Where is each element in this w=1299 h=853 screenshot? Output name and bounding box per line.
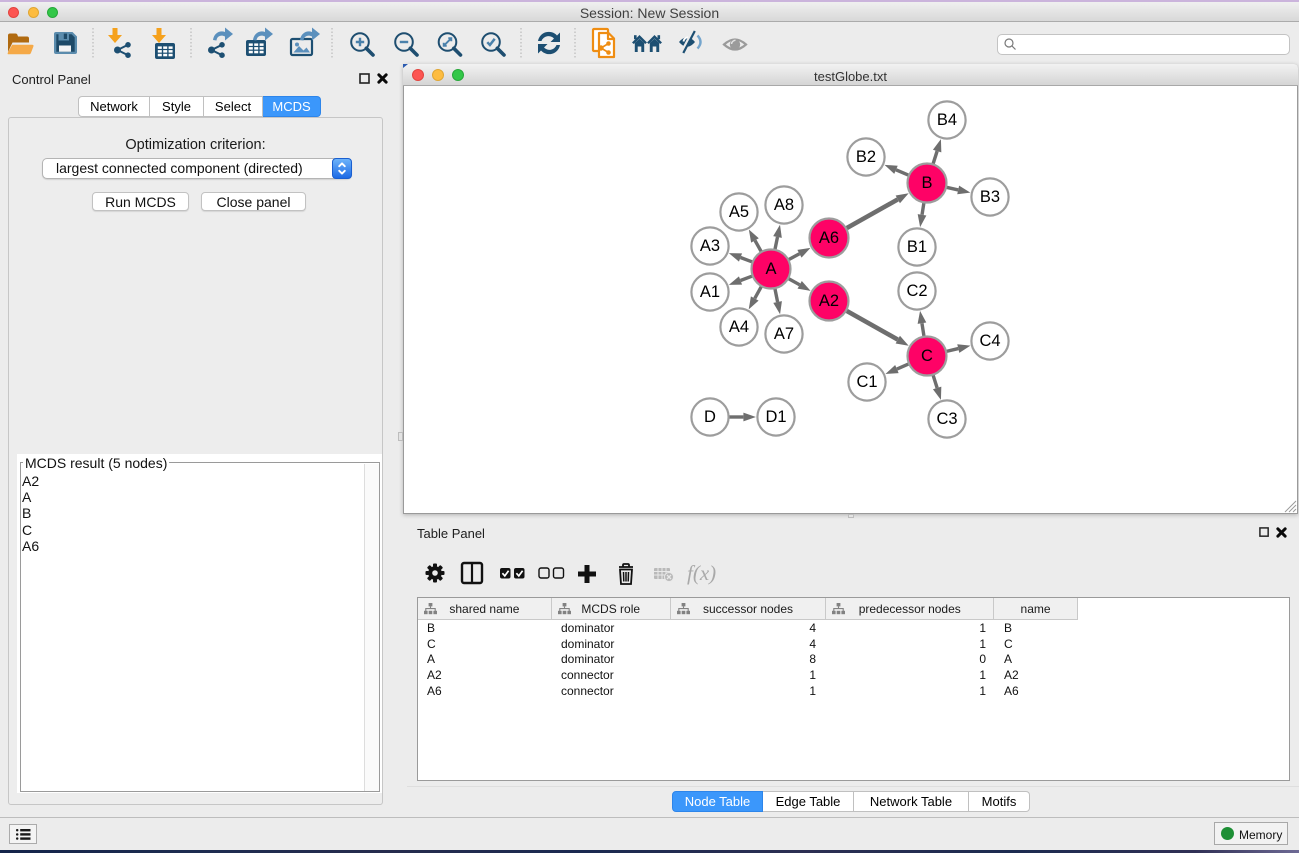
svg-text:B3: B3 [980,188,1000,206]
svg-text:C4: C4 [979,332,1000,350]
svg-text:A4: A4 [729,318,749,336]
svg-text:A: A [765,260,776,278]
svg-text:B1: B1 [907,238,927,256]
svg-text:C: C [921,347,933,365]
svg-text:D: D [704,408,716,426]
svg-text:A6: A6 [819,229,839,247]
svg-text:A1: A1 [700,283,720,301]
svg-text:A2: A2 [819,292,839,310]
svg-text:A3: A3 [700,237,720,255]
svg-text:A7: A7 [774,325,794,343]
svg-text:C2: C2 [906,282,927,300]
svg-text:B: B [921,174,932,192]
svg-text:B2: B2 [856,148,876,166]
svg-text:f(x): f(x) [687,561,716,585]
svg-text:C1: C1 [856,373,877,391]
svg-text:A8: A8 [774,196,794,214]
svg-text:D1: D1 [765,408,786,426]
svg-text:C3: C3 [936,410,957,428]
svg-text:A5: A5 [729,203,749,221]
svg-text:B4: B4 [937,111,957,129]
